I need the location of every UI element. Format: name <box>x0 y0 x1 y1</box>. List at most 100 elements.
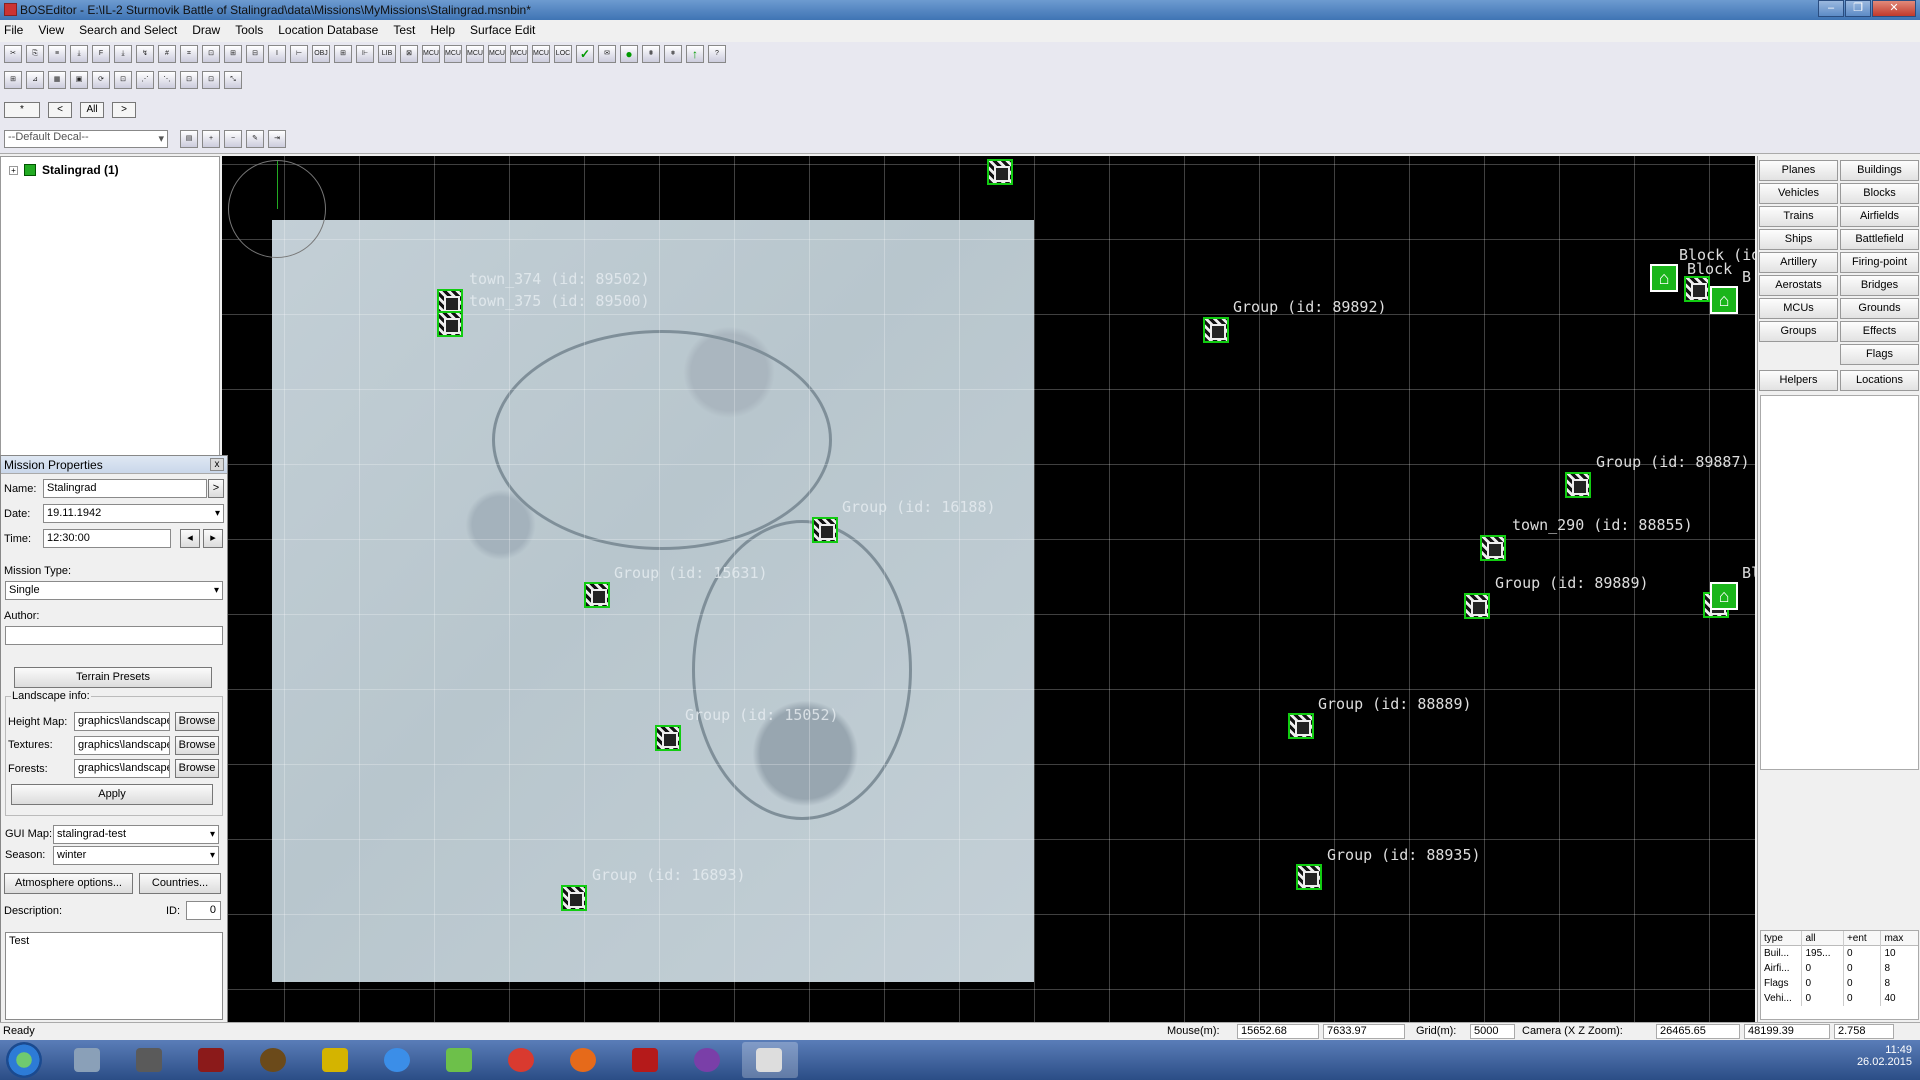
edit-tool-10-icon[interactable]: ⤡ <box>224 71 242 89</box>
name-expand-button[interactable]: > <box>208 479 224 498</box>
edit-tool-2-icon[interactable]: ▦ <box>48 71 66 89</box>
group-marker-icon[interactable] <box>1296 864 1322 890</box>
edit-tool-0-icon[interactable]: ⊞ <box>4 71 22 89</box>
main-tool-7-icon[interactable]: # <box>158 45 176 63</box>
edit-tool-8-icon[interactable]: ⊡ <box>180 71 198 89</box>
time-field[interactable]: 12:30:00 <box>43 529 171 548</box>
main-tool-17-icon[interactable]: LIB <box>378 45 396 63</box>
menu-view[interactable]: View <box>38 23 64 37</box>
menu-test[interactable]: Test <box>393 23 415 37</box>
start-button[interactable] <box>6 1042 42 1078</box>
main-tool-21-icon[interactable]: MCU MES <box>466 45 484 63</box>
main-tool-22-icon[interactable]: MCU SEL <box>488 45 506 63</box>
id-field[interactable]: 0 <box>186 901 221 920</box>
main-tool-13-icon[interactable]: ⊢ <box>290 45 308 63</box>
buildings-button[interactable]: Buildings <box>1840 160 1919 181</box>
mission-type-select[interactable]: Single <box>5 581 223 600</box>
flags-button[interactable]: Flags <box>1840 344 1919 365</box>
building-icon[interactable]: ⌂ <box>1710 582 1738 610</box>
main-tool-19-icon[interactable]: MCU OBJ <box>422 45 440 63</box>
main-tool-9-icon[interactable]: ⊡ <box>202 45 220 63</box>
taskbar-tanks[interactable] <box>122 1042 178 1078</box>
heightmap-field[interactable]: graphics\landscape <box>74 712 170 731</box>
menu-help[interactable]: Help <box>430 23 455 37</box>
menu-search-and-select[interactable]: Search and Select <box>79 23 177 37</box>
main-tool-31-icon[interactable]: ↑ <box>686 45 704 63</box>
gui-map-select[interactable]: stalingrad-test <box>53 825 219 844</box>
forests-field[interactable]: graphics\landscape <box>74 759 170 778</box>
main-tool-30-icon[interactable]: ⩨ <box>664 45 682 63</box>
menu-tools[interactable]: Tools <box>235 23 263 37</box>
group-marker-icon[interactable] <box>812 517 838 543</box>
main-tool-24-icon[interactable]: MCU ARW <box>532 45 550 63</box>
ships-button[interactable]: Ships <box>1759 229 1838 250</box>
main-tool-2-icon[interactable]: ≡ <box>48 45 66 63</box>
edit-tool-7-icon[interactable]: ⋱ <box>158 71 176 89</box>
author-field[interactable] <box>5 626 223 645</box>
taskbar-explorer[interactable] <box>60 1042 116 1078</box>
taskbar-app[interactable] <box>618 1042 674 1078</box>
map-viewport[interactable]: ⌂ ⌂ ⌂ town_374 (id: 89502) town_375 (id:… <box>222 156 1755 1022</box>
blocks-button[interactable]: Blocks <box>1840 183 1919 204</box>
building-icon[interactable]: ⌂ <box>1710 286 1738 314</box>
stats-header[interactable]: all <box>1802 931 1844 946</box>
group-marker-icon[interactable] <box>1203 317 1229 343</box>
taskbar-boseditor[interactable] <box>742 1042 798 1078</box>
close-icon[interactable]: x <box>210 458 224 471</box>
main-tool-20-icon[interactable]: MCU TAR <box>444 45 462 63</box>
main-tool-18-icon[interactable]: ⊠ <box>400 45 418 63</box>
bridges-button[interactable]: Bridges <box>1840 275 1919 296</box>
terrain-presets-button[interactable]: Terrain Presets <box>14 667 212 688</box>
edit-tool-4-icon[interactable]: ⟳ <box>92 71 110 89</box>
minimize-button[interactable]: – <box>1818 0 1844 17</box>
edit-tool-3-icon[interactable]: ▣ <box>70 71 88 89</box>
planes-button[interactable]: Planes <box>1759 160 1838 181</box>
main-tool-11-icon[interactable]: ⊟ <box>246 45 264 63</box>
main-tool-14-icon[interactable]: OBJ FIX <box>312 45 330 63</box>
edit-tool-1-icon[interactable]: ⊿ <box>26 71 44 89</box>
group-marker-icon[interactable] <box>987 159 1013 185</box>
selection-marker-button[interactable]: * <box>4 102 40 118</box>
main-tool-5-icon[interactable]: ⤓ <box>114 45 132 63</box>
system-clock[interactable]: 11:49 26.02.2015 <box>1857 1044 1912 1068</box>
stats-header[interactable]: type <box>1761 931 1803 946</box>
textures-browse-button[interactable]: Browse <box>175 736 219 755</box>
date-picker[interactable]: 19.11.1942 <box>43 504 224 523</box>
main-tool-10-icon[interactable]: ⊞ <box>224 45 242 63</box>
airfields-button[interactable]: Airfields <box>1840 206 1919 227</box>
description-textarea[interactable]: Test <box>5 932 223 1020</box>
expand-icon[interactable]: + <box>9 165 18 175</box>
time-forward-button[interactable]: ▸ <box>203 529 223 548</box>
object-list[interactable] <box>1760 395 1919 770</box>
main-tool-25-icon[interactable]: LOC <box>554 45 572 63</box>
stats-header[interactable]: max <box>1881 931 1918 946</box>
next-button[interactable]: > <box>112 102 136 118</box>
aerostats-button[interactable]: Aerostats <box>1759 275 1838 296</box>
building-icon[interactable]: ⌂ <box>1650 264 1678 292</box>
main-tool-32-icon[interactable]: ? <box>708 45 726 63</box>
decal-add-icon[interactable]: + <box>202 130 220 148</box>
main-tool-3-icon[interactable]: ⤓ <box>70 45 88 63</box>
groups-button[interactable]: Groups <box>1759 321 1838 342</box>
main-tool-23-icon[interactable]: MCU UNSI <box>510 45 528 63</box>
taskbar-firefox[interactable] <box>556 1042 612 1078</box>
edit-tool-9-icon[interactable]: ⊡ <box>202 71 220 89</box>
menu-draw[interactable]: Draw <box>192 23 220 37</box>
main-tool-16-icon[interactable]: ⊩ <box>356 45 374 63</box>
block-marker-icon[interactable] <box>1684 276 1710 302</box>
main-tool-27-icon[interactable]: ✉ <box>598 45 616 63</box>
main-tool-28-icon[interactable]: ● <box>620 45 638 63</box>
group-marker-icon[interactable] <box>584 582 610 608</box>
tree-root-item[interactable]: + Stalingrad (1) <box>9 163 219 177</box>
group-marker-icon[interactable] <box>1464 593 1490 619</box>
decal-edit-icon[interactable]: ✎ <box>246 130 264 148</box>
grounds-button[interactable]: Grounds <box>1840 298 1919 319</box>
menu-location-database[interactable]: Location Database <box>278 23 378 37</box>
mcus-button[interactable]: MCUs <box>1759 298 1838 319</box>
taskbar-app[interactable] <box>432 1042 488 1078</box>
artillery-button[interactable]: Artillery <box>1759 252 1838 273</box>
apply-button[interactable]: Apply <box>11 784 213 805</box>
group-marker-icon[interactable] <box>1288 713 1314 739</box>
firing-point-button[interactable]: Firing-point <box>1840 252 1919 273</box>
main-tool-4-icon[interactable]: F <box>92 45 110 63</box>
